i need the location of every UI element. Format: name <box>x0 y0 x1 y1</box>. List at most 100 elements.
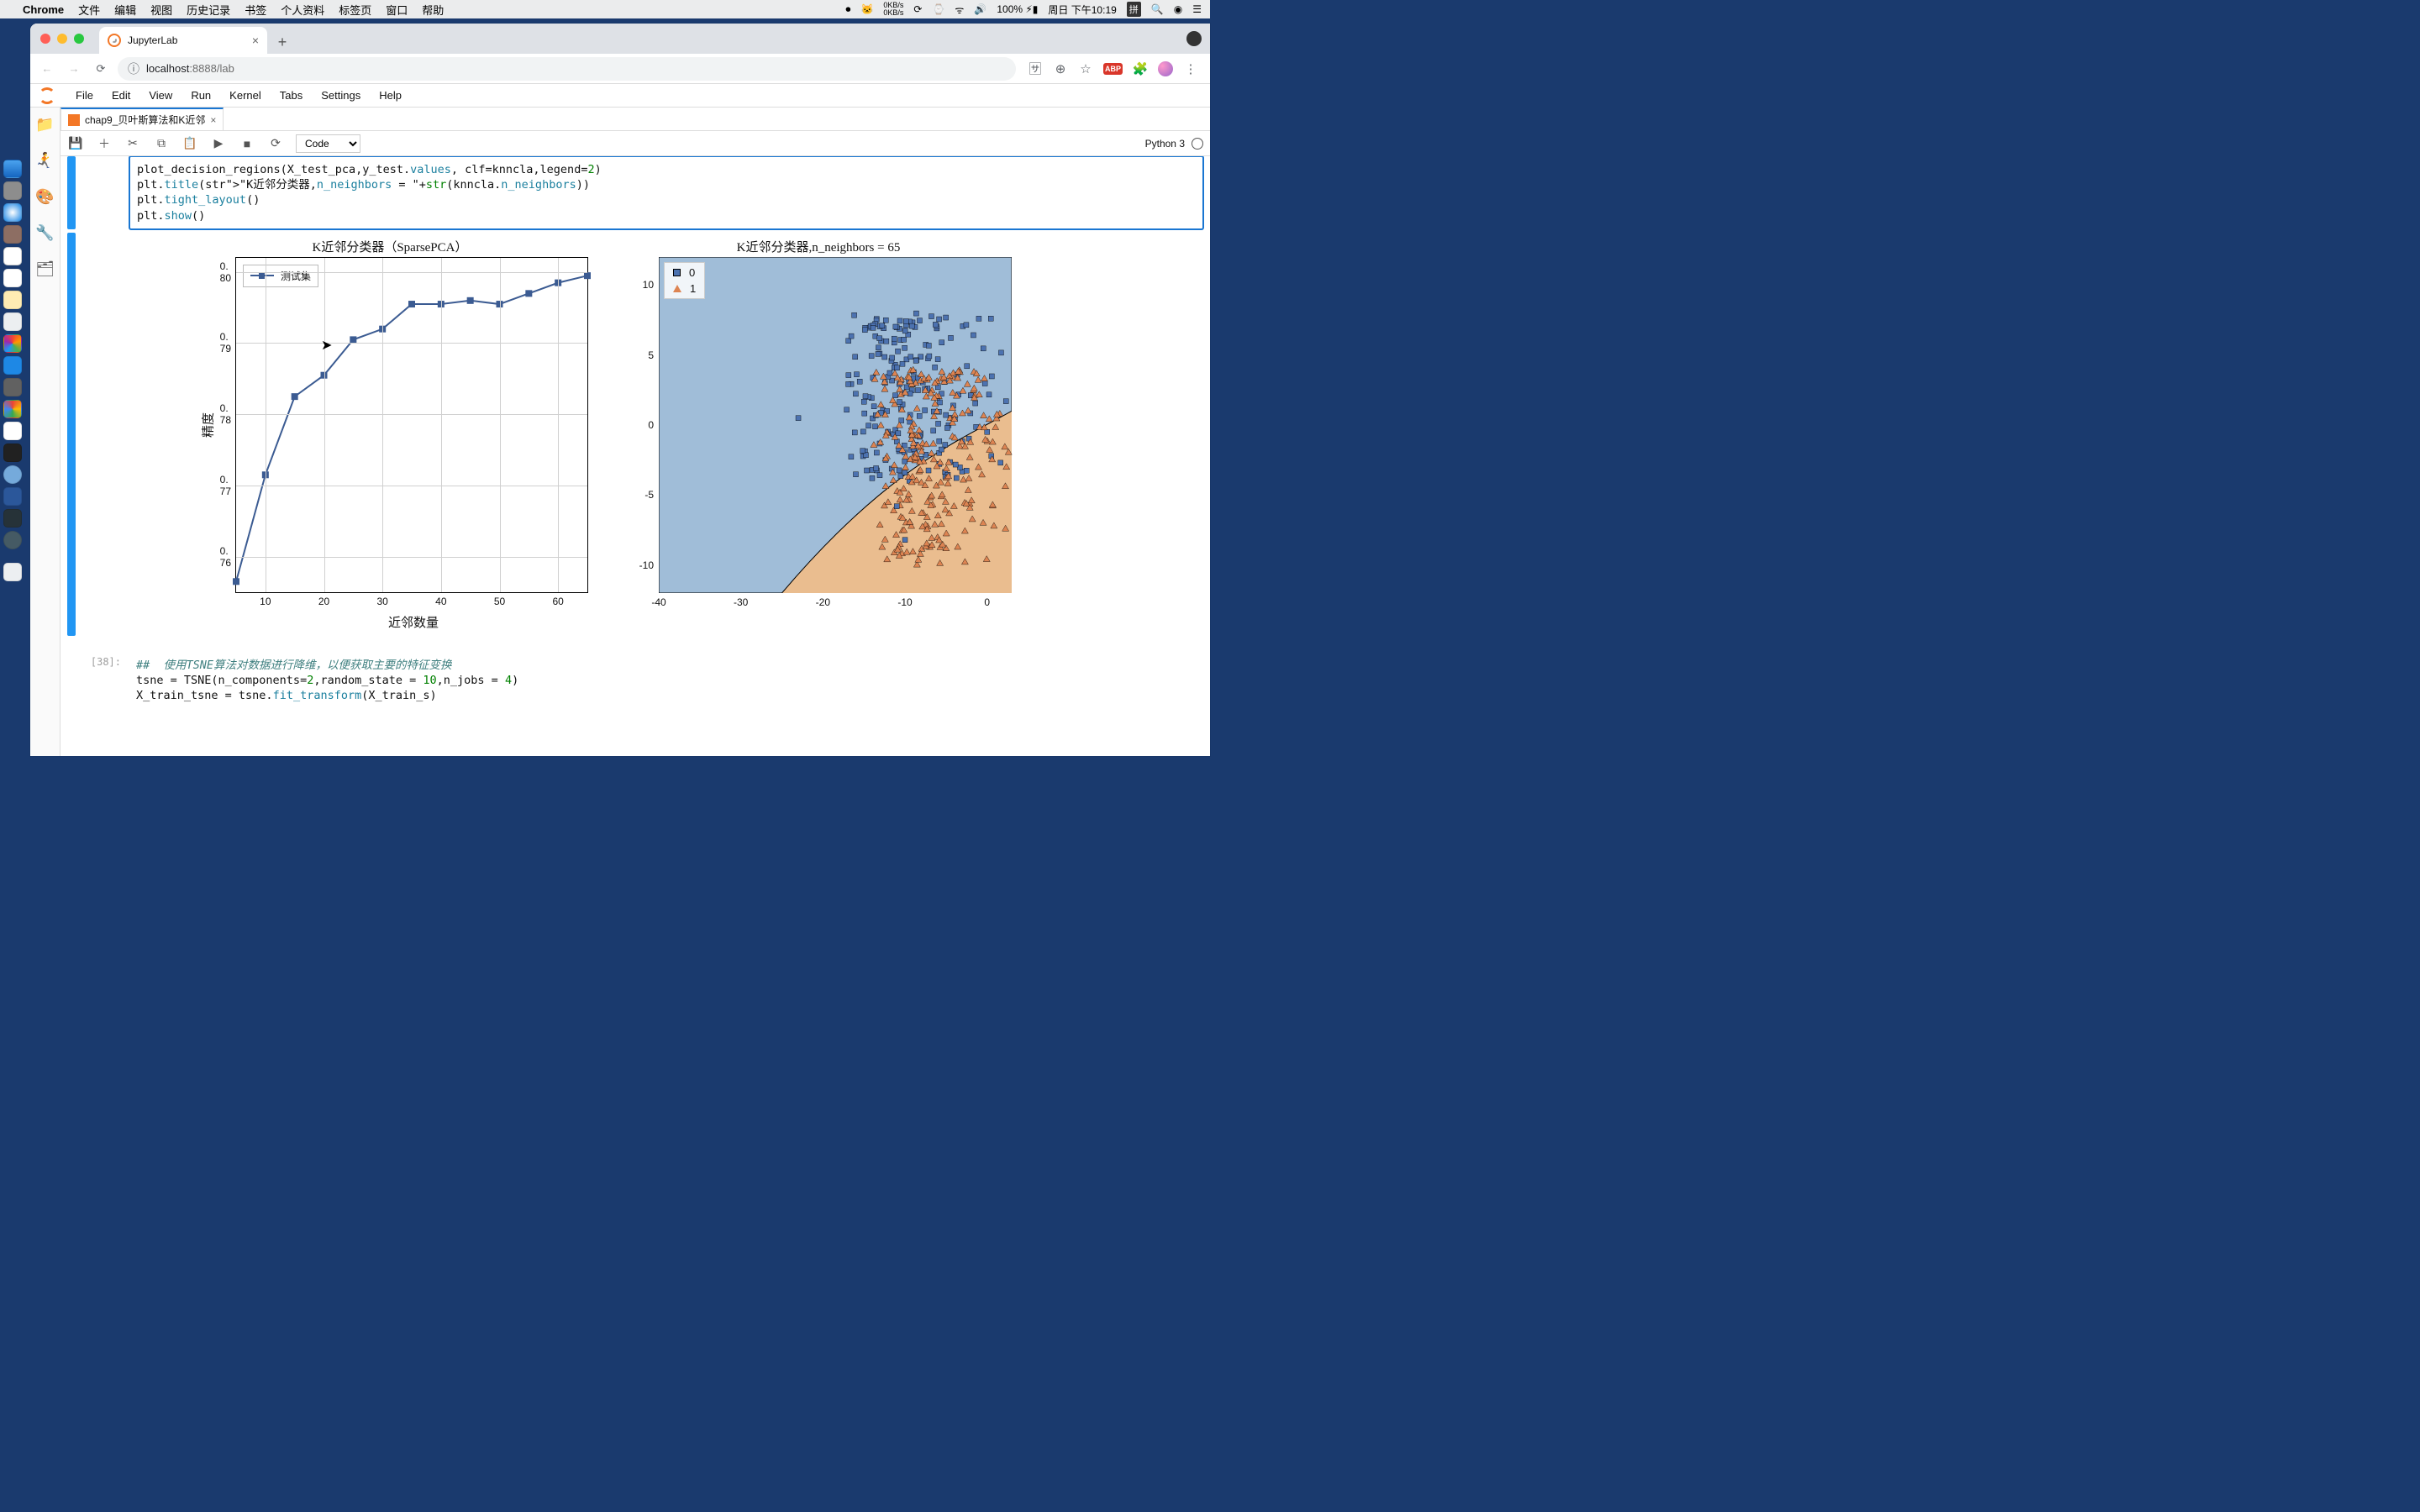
interrupt-kernel-button[interactable]: ■ <box>239 137 255 150</box>
dock-reminders[interactable] <box>3 269 22 287</box>
mac-menu-profile[interactable]: 个人资料 <box>281 2 324 18</box>
jlab-menu-settings[interactable]: Settings <box>313 86 369 105</box>
translate-icon[interactable]: 🈂︎ <box>1028 61 1043 76</box>
menubar-volume-icon[interactable]: 🔊 <box>974 3 986 15</box>
mac-menu-edit[interactable]: 编辑 <box>114 2 136 18</box>
dock-word[interactable] <box>3 487 22 506</box>
notebook-body[interactable]: plot_decision_regions(X_test_pca,y_test.… <box>60 156 1210 756</box>
jupyter-logo-icon[interactable] <box>37 86 57 106</box>
cell-gutter[interactable] <box>67 653 76 709</box>
menubar-spotlight-icon[interactable]: 🔍 <box>1151 3 1164 15</box>
jlab-menu-edit[interactable]: Edit <box>103 86 139 105</box>
dock-settings[interactable] <box>3 378 22 396</box>
chrome-incognito-icon[interactable] <box>1186 31 1202 46</box>
tab-close-icon[interactable]: × <box>252 34 259 47</box>
commands-palette-icon[interactable]: 🎨 <box>35 188 54 206</box>
menubar-input-method[interactable]: 拼 <box>1127 2 1141 17</box>
insert-cell-button[interactable]: ＋ <box>96 135 113 152</box>
dock-appstore[interactable] <box>3 356 22 375</box>
output-gutter[interactable] <box>67 233 76 636</box>
dock-quicktime[interactable] <box>3 531 22 549</box>
cell-gutter[interactable] <box>67 156 76 229</box>
open-tabs-icon[interactable]: 🗂 <box>35 260 55 278</box>
restart-kernel-button[interactable]: ⟳ <box>267 136 284 150</box>
cut-cell-button[interactable]: ✂ <box>124 136 141 150</box>
jlab-menu-kernel[interactable]: Kernel <box>221 86 270 105</box>
mac-menu-help[interactable]: 帮助 <box>422 2 444 18</box>
browser-tab-jupyterlab[interactable]: JupyterLab × <box>99 27 267 54</box>
jlab-menu-tabs[interactable]: Tabs <box>271 86 311 105</box>
copy-cell-button[interactable]: ⧉ <box>153 136 170 150</box>
dock-terminal[interactable] <box>3 444 22 462</box>
menubar-record-icon[interactable]: ⏺ <box>845 3 850 16</box>
mac-menu-tabs[interactable]: 标签页 <box>339 2 371 18</box>
menubar-sync-icon[interactable]: ⟳ <box>913 3 922 15</box>
cell-prompt <box>79 156 129 229</box>
dock-calendar[interactable] <box>3 247 22 265</box>
jlab-menu-help[interactable]: Help <box>371 86 410 105</box>
menubar-app-name[interactable]: Chrome <box>23 3 64 16</box>
notebook-tab-close-icon[interactable]: × <box>210 114 216 126</box>
window-zoom[interactable] <box>74 34 84 44</box>
jlab-menu-file[interactable]: File <box>67 86 102 105</box>
code-cell-active[interactable]: plot_decision_regions(X_test_pca,y_test.… <box>67 156 1203 229</box>
menubar-battery[interactable]: 100% ⚡︎▮ <box>997 3 1038 15</box>
window-minimize[interactable] <box>57 34 67 44</box>
code-editor[interactable]: ## 使用TSNE算法对数据进行降维，以便获取主要的特征变换 tsne = TS… <box>129 653 1203 709</box>
window-close[interactable] <box>40 34 50 44</box>
nav-reload-button[interactable]: ⟳ <box>91 59 111 79</box>
property-inspector-icon[interactable]: 🔧 <box>35 224 54 242</box>
jlab-menu-run[interactable]: Run <box>182 86 219 105</box>
adblock-extension-icon[interactable]: ABP <box>1103 63 1123 75</box>
macos-menubar: Chrome 文件 编辑 视图 历史记录 书签 个人资料 标签页 窗口 帮助 ⏺… <box>0 0 1210 18</box>
dock-photos[interactable] <box>3 334 22 353</box>
dock-chrome[interactable] <box>3 400 22 418</box>
nav-forward-button[interactable]: → <box>64 59 84 79</box>
mac-menu-history[interactable]: 历史记录 <box>187 2 230 18</box>
mac-menu-view[interactable]: 视图 <box>150 2 172 18</box>
menubar-control-center-icon[interactable]: ☰ <box>1192 3 1202 15</box>
dock-rstudio[interactable] <box>3 465 22 484</box>
dock-contacts[interactable] <box>3 225 22 244</box>
bookmark-star-icon[interactable]: ☆ <box>1078 61 1093 76</box>
cell-type-select[interactable]: Code <box>296 134 360 153</box>
menubar-siri-icon[interactable]: ◉ <box>1174 3 1182 15</box>
paste-cell-button[interactable]: 📋 <box>182 136 198 150</box>
menubar-wifi-icon[interactable]: ᯤ <box>955 3 964 17</box>
kernel-name[interactable]: Python 3 <box>1145 138 1185 150</box>
menubar-bluetooth-icon[interactable]: ⌚ <box>932 3 944 15</box>
dock-notes[interactable] <box>3 291 22 309</box>
notebook-icon <box>68 114 80 126</box>
running-sessions-icon[interactable]: 🏃 <box>35 152 54 170</box>
kernel-status-icon[interactable] <box>1192 138 1203 150</box>
dock-finder[interactable] <box>3 160 22 178</box>
code-cell-next[interactable]: [38]: ## 使用TSNE算法对数据进行降维，以便获取主要的特征变换 tsn… <box>67 653 1203 709</box>
dock-freeform[interactable] <box>3 312 22 331</box>
menubar-cat-icon[interactable]: 🐱 <box>860 3 873 15</box>
profile-avatar[interactable] <box>1158 61 1173 76</box>
dock-launchpad[interactable] <box>3 181 22 200</box>
mac-menu-bookmarks[interactable]: 书签 <box>245 2 266 18</box>
dock-trash[interactable] <box>3 563 22 581</box>
dock-monitor[interactable] <box>3 509 22 528</box>
chrome-menu-icon[interactable]: ⋮ <box>1183 61 1198 76</box>
dock-safari[interactable] <box>3 203 22 222</box>
code-editor[interactable]: plot_decision_regions(X_test_pca,y_test.… <box>129 156 1203 229</box>
address-bar[interactable]: ⓘ localhost:8888/lab <box>118 57 1016 81</box>
jlab-menu-view[interactable]: View <box>140 86 181 105</box>
mac-menu-file[interactable]: 文件 <box>78 2 100 18</box>
browser-tab-title: JupyterLab <box>128 34 177 46</box>
nav-back-button[interactable]: ← <box>37 59 57 79</box>
notebook-tab[interactable]: chap9_贝叶斯算法和K近邻 × <box>60 108 224 130</box>
menubar-datetime[interactable]: 周日 下午10:19 <box>1048 3 1116 17</box>
run-cell-button[interactable]: ▶ <box>210 136 227 150</box>
zoom-icon[interactable]: ⊕ <box>1053 61 1068 76</box>
new-tab-button[interactable]: + <box>271 30 294 54</box>
site-info-icon[interactable]: ⓘ <box>128 60 139 77</box>
extensions-puzzle-icon[interactable]: 🧩 <box>1133 61 1148 76</box>
filebrowser-icon[interactable]: 📁 <box>35 116 54 134</box>
mac-menu-window[interactable]: 窗口 <box>386 2 408 18</box>
dock-qq[interactable] <box>3 422 22 440</box>
save-button[interactable]: 💾 <box>67 136 84 150</box>
line-chart-title: K近邻分类器（SparsePCA） <box>188 238 592 255</box>
